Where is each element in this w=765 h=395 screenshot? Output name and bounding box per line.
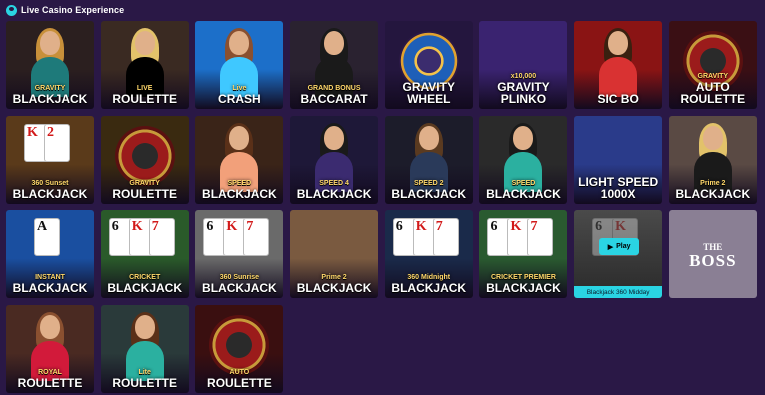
game-tile[interactable]: K 2 360 Sunset BLACKJACK <box>6 115 94 204</box>
game-tile[interactable]: 6 K 7 CRICKET BLACKJACK <box>100 210 189 298</box>
game-title: Prime 2 BLACKJACK <box>675 179 751 201</box>
user-icon <box>6 4 17 16</box>
dealer-image <box>693 122 732 192</box>
game-tile[interactable]: THE BOSS <box>668 210 757 298</box>
cards-graphic: K2 <box>24 123 70 162</box>
game-title: SIC BO <box>597 92 639 106</box>
game-title: Prime 2 BLACKJACK <box>296 274 372 295</box>
cards-graphic: 6K7 <box>108 218 175 256</box>
game-title: SPEED 4 BLACKJACK <box>296 179 372 201</box>
dealer-image <box>31 28 69 97</box>
game-tile[interactable]: GRAVITY WHEEL <box>384 21 473 109</box>
game-tile[interactable]: SPEED 4 BLACKJACK <box>290 115 379 204</box>
game-tile[interactable]: LIGHT SPEED 1000X <box>574 115 663 204</box>
game-tile[interactable]: GRAVITY ROULETTE <box>100 115 189 204</box>
cards-graphic: 6K7 <box>487 218 554 256</box>
boss-logo: THE BOSS <box>689 242 737 270</box>
game-grid: GRAVITY BLACKJACK LIVE ROULETTE Live CRASH GRA… <box>6 21 757 393</box>
game-title: 360 Sunset BLACKJACK <box>12 179 88 201</box>
game-title: LIGHT SPEED 1000X <box>578 174 659 201</box>
game-title: CRICKET PREMIER BLACKJACK <box>486 274 561 295</box>
dealer-image <box>125 28 164 97</box>
game-title: GRAND BONUS BACCARAT <box>300 85 368 106</box>
game-caption: Blackjack 360 Midday <box>574 286 663 298</box>
play-icon: ▶ <box>607 243 614 251</box>
roulette-wheel-image <box>114 125 175 186</box>
game-title: CRICKET BLACKJACK <box>107 274 183 295</box>
section-header: Live Casino Experience <box>6 3 124 17</box>
cards-graphic: 6K7 <box>203 218 270 256</box>
game-title: GRAVITY WHEEL <box>402 80 455 106</box>
cards-graphic: 6K7 <box>392 218 459 256</box>
game-tile[interactable]: x10,000 GRAVITY PLINKO <box>479 21 568 109</box>
dealer-image <box>315 28 354 97</box>
dealer-image <box>220 28 259 97</box>
game-tile[interactable]: GRAVITY BLACKJACK <box>6 21 94 109</box>
dealer-image <box>409 122 448 192</box>
game-tile[interactable]: A INSTANT BLACKJACK <box>6 210 94 298</box>
game-title: LIVE ROULETTE <box>112 85 178 106</box>
dealer-image <box>315 122 354 192</box>
game-tile[interactable]: 6 K 7 CRICKET PREMIER BLACKJACK <box>479 210 568 298</box>
game-title: GRAVITY AUTO ROULETTE <box>680 73 746 106</box>
game-tile[interactable]: SPEED BLACKJACK <box>195 115 284 204</box>
game-tile[interactable]: Lite ROULETTE <box>100 304 189 393</box>
game-title: 360 Sunrise BLACKJACK <box>202 274 277 295</box>
game-tile[interactable]: GRAVITY AUTO ROULETTE <box>668 21 757 109</box>
game-tile[interactable]: SPEED BLACKJACK <box>479 115 568 204</box>
dealer-image <box>31 311 69 381</box>
game-title: Lite ROULETTE <box>112 368 178 390</box>
section-title: Live Casino Experience <box>21 5 125 15</box>
game-title: SPEED BLACKJACK <box>202 179 277 201</box>
game-tile[interactable]: 6 K 7 360 Sunrise BLACKJACK <box>195 210 284 298</box>
play-button[interactable]: ▶ Play <box>599 238 640 255</box>
game-tile[interactable]: LIVE ROULETTE <box>100 21 189 109</box>
game-title: GRAVITY ROULETTE <box>112 179 178 201</box>
dealer-image <box>125 311 164 381</box>
dealer-image <box>220 122 259 192</box>
cards-graphic: A <box>34 218 60 256</box>
roulette-wheel-image <box>209 314 270 375</box>
game-title: INSTANT BLACKJACK <box>12 274 88 295</box>
game-title: Live CRASH <box>218 85 261 106</box>
game-tile[interactable]: SIC BO <box>574 21 663 109</box>
game-title: SPEED BLACKJACK <box>486 179 561 201</box>
game-title: SPEED 2 BLACKJACK <box>391 179 467 201</box>
game-tile[interactable]: AUTO ROULETTE <box>195 304 284 393</box>
game-tile[interactable]: Prime 2 BLACKJACK <box>290 210 379 298</box>
game-title: GRAVITY BLACKJACK <box>12 85 88 106</box>
game-tile[interactable]: 6 K ▶ Play Blackjack 360 Midday <box>574 210 663 298</box>
game-title: AUTO ROULETTE <box>207 368 272 390</box>
game-title: x10,000 GRAVITY PLINKO <box>497 73 550 106</box>
dealer-image <box>599 28 638 97</box>
game-tile[interactable]: SPEED 2 BLACKJACK <box>384 115 473 204</box>
game-tile[interactable]: GRAND BONUS BACCARAT <box>290 21 379 109</box>
game-tile[interactable]: Prime 2 BLACKJACK <box>668 115 757 204</box>
dealer-image <box>504 122 543 192</box>
game-tile[interactable]: ROYAL ROULETTE <box>6 304 94 393</box>
game-title: ROYAL ROULETTE <box>17 368 83 390</box>
game-title: 360 Midnight BLACKJACK <box>391 274 467 295</box>
game-tile[interactable]: 6 K 7 360 Midnight BLACKJACK <box>384 210 473 298</box>
game-tile[interactable]: Live CRASH <box>195 21 284 109</box>
